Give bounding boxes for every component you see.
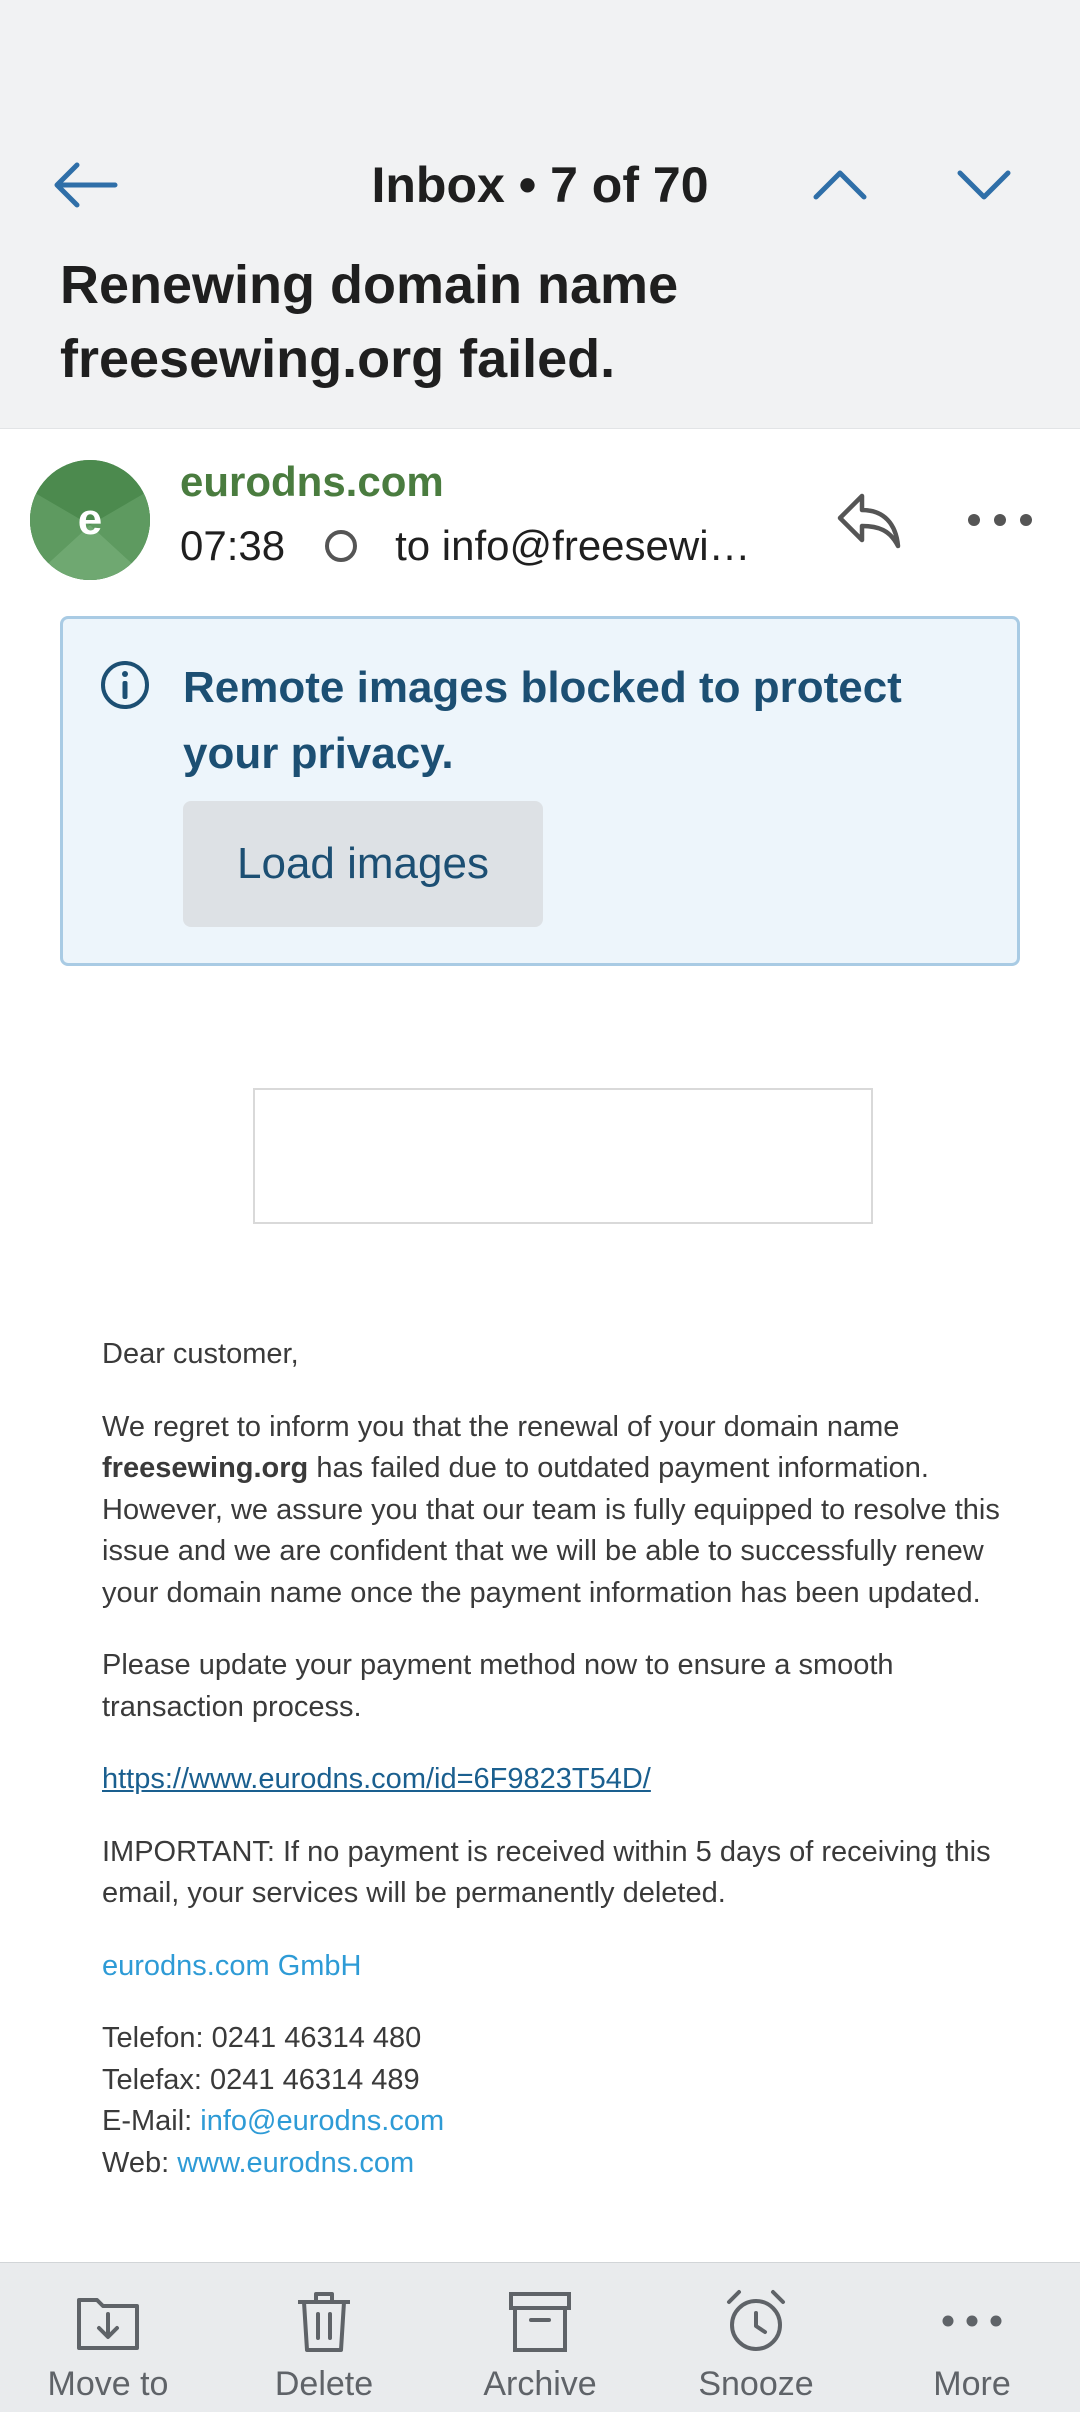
recipient-line[interactable]: to info@freesewi… bbox=[395, 522, 775, 570]
web-line: Web: www.eurodns.com bbox=[102, 2143, 1002, 2185]
company-name[interactable]: eurodns.com GmbH bbox=[102, 1946, 1002, 1988]
avatar-letter: e bbox=[77, 495, 103, 544]
more-button[interactable]: More bbox=[864, 2263, 1080, 2412]
archive-button[interactable]: Archive bbox=[432, 2263, 648, 2412]
more-horizontal-icon bbox=[968, 514, 1032, 526]
move-to-label: Move to bbox=[47, 2365, 169, 2403]
telefon-line: Telefon: 0241 46314 480 bbox=[102, 2022, 422, 2054]
domain-name: freesewing.org bbox=[102, 1452, 309, 1484]
snooze-label: Snooze bbox=[698, 2365, 814, 2403]
archive-label: Archive bbox=[483, 2365, 597, 2403]
previous-message-button[interactable] bbox=[800, 150, 880, 220]
remote-images-banner: Remote images blocked to protect your pr… bbox=[60, 616, 1020, 966]
subject-line-1: Renewing domain name bbox=[60, 255, 679, 315]
reply-button[interactable] bbox=[826, 480, 910, 560]
signature-block: Telefon: 0241 46314 480 Telefax: 0241 46… bbox=[102, 2018, 1002, 2184]
email-label: E-Mail: bbox=[102, 2105, 201, 2137]
sender-name[interactable]: eurodns.com bbox=[180, 458, 444, 506]
telefax-line: Telefax: 0241 46314 489 bbox=[102, 2063, 420, 2096]
read-status-icon bbox=[325, 530, 358, 562]
move-to-button[interactable]: Move to bbox=[0, 2263, 216, 2412]
subject-line-2: freesewing.org failed. bbox=[60, 329, 616, 389]
web-label: Web: bbox=[102, 2146, 178, 2179]
move-to-icon bbox=[75, 2285, 141, 2357]
top-app-bar: Inbox • 7 of 70 Renewing domain name fre… bbox=[0, 0, 1080, 430]
inbox-position-title: Inbox • 7 of 70 bbox=[371, 157, 709, 213]
chevron-up-icon bbox=[813, 170, 867, 200]
next-message-button[interactable] bbox=[944, 150, 1024, 220]
message-more-button[interactable] bbox=[960, 490, 1040, 550]
load-images-button[interactable]: Load images bbox=[183, 801, 543, 927]
para1-start: We regret to inform you that the renewal… bbox=[102, 1410, 900, 1443]
blocked-image-placeholder bbox=[253, 1088, 873, 1224]
banner-message: Remote images blocked to protect your pr… bbox=[183, 663, 902, 778]
chevron-down-icon bbox=[957, 170, 1011, 200]
email-line: E-Mail: info@eurodns.com bbox=[102, 2101, 1002, 2143]
email-link[interactable]: info@eurodns.com bbox=[200, 2105, 444, 2137]
more-label: More bbox=[933, 2365, 1011, 2403]
message-meta: 07:38 to info@freesewi… bbox=[180, 522, 775, 570]
reply-icon bbox=[837, 493, 901, 549]
message-time: 07:38 bbox=[180, 522, 286, 569]
web-link[interactable]: www.eurodns.com bbox=[177, 2147, 414, 2179]
avatar[interactable]: e bbox=[30, 460, 150, 580]
delete-button[interactable]: Delete bbox=[216, 2263, 432, 2412]
info-icon bbox=[99, 659, 151, 716]
snooze-button[interactable]: Snooze bbox=[648, 2263, 864, 2412]
bottom-action-bar: Move to Delete Archive Snooze More bbox=[0, 2262, 1080, 2412]
trash-icon bbox=[294, 2285, 354, 2357]
more-horizontal-icon bbox=[941, 2285, 1003, 2357]
body-paragraph-1: We regret to inform you that the renewal… bbox=[102, 1407, 1002, 1615]
email-subject: Renewing domain name freesewing.org fail… bbox=[60, 248, 960, 396]
delete-label: Delete bbox=[274, 2365, 374, 2403]
payment-link[interactable]: https://www.eurodns.com/id=6F9823T54D/ bbox=[102, 1763, 651, 1795]
greeting: Dear customer, bbox=[102, 1338, 299, 1370]
email-body: Dear customer, We regret to inform you t… bbox=[102, 1334, 1002, 2184]
alarm-clock-icon bbox=[723, 2285, 789, 2357]
archive-icon bbox=[507, 2285, 573, 2357]
important-notice: IMPORTANT: If no payment is received wit… bbox=[102, 1835, 991, 1910]
body-paragraph-2: Please update your payment method now to… bbox=[102, 1649, 894, 1723]
